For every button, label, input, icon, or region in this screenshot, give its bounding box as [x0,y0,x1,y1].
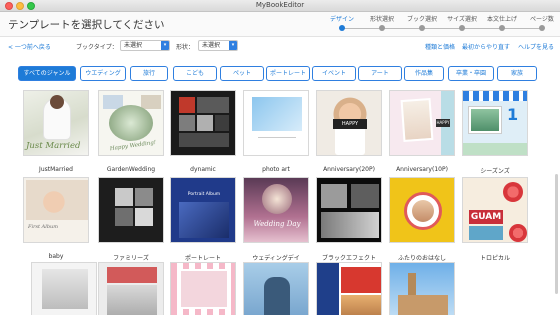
template-name: JustMarried [39,166,73,173]
template-thumbnail [31,262,97,315]
window-titlebar: MyBookEditor [0,0,560,12]
cover-text: GUAM [469,210,503,224]
template-name: Anniversary(20P) [323,166,375,173]
genre-filter-bar: すべてのジャンル ウエディング 旅行 こども ペット ポートレート イベント ア… [0,66,560,82]
step-dot [459,25,465,31]
template-name: シーズンズ [480,168,510,175]
template-name: baby [48,253,64,260]
page-header: テンプレートを選択してください デザイン 形状選択 ブック選択 サイズ選択 本文… [0,12,560,37]
step-dot [419,25,425,31]
template-thumbnail [98,262,164,315]
page-title: テンプレートを選択してください [8,19,165,31]
cover-text: Just Married [26,141,81,151]
genre-event[interactable]: イベント [312,66,356,81]
template-thumbnail [389,262,455,315]
step-dot [379,25,385,31]
genre-portrait[interactable]: ポートレート [266,66,310,81]
chevron-down-icon: ▾ [161,41,169,50]
step-pages[interactable]: ページ数 [518,15,560,31]
cover-text: Happy Wedding! [109,139,157,153]
genre-pet[interactable]: ペット [220,66,264,81]
template-name: ポートレート [184,255,221,262]
genre-works[interactable]: 作品集 [404,66,444,81]
template-grid: Just Married JustMarried Happy Wedding! … [0,84,560,315]
cover-text: Portrait Album [187,192,221,197]
template-thumbnail: GUAM [462,177,528,243]
shape-value: 未選択 [202,42,221,49]
genre-family[interactable]: 家族 [497,66,537,81]
template-thumbnail: 1 [462,90,528,156]
genre-all[interactable]: すべてのジャンル [18,66,76,81]
genre-art[interactable]: アート [358,66,402,81]
step-progress: デザイン 形状選択 ブック選択 サイズ選択 本文仕上げ ページ数 [326,15,554,35]
filter-toolbar: < 一つ前へ戻る ブックタイプ： 未選択 ▾ 形状： 未選択 ▾ 種類と価格 最… [0,38,560,56]
grid-scrollbar[interactable] [555,174,558,294]
template-thumbnail [170,90,236,156]
template-thumbnail [243,90,309,156]
template-thumbnail [389,177,455,243]
book-type-value: 未選択 [124,42,143,49]
template-thumbnail [243,262,309,315]
template-name: トロピカル [479,255,510,262]
genre-kids[interactable]: こども [173,66,217,81]
template-thumbnail [170,262,236,315]
template-thumbnail: Happy Wedding! [98,90,164,156]
template-thumbnail [316,262,382,315]
template-name: ウェディングデイ [252,255,300,262]
pricing-link[interactable]: 種類と価格 [425,42,455,51]
genre-wedding[interactable]: ウエディング [80,66,126,81]
template-name: Anniversary(10P) [396,166,448,173]
window-title: MyBookEditor [255,1,305,9]
back-link[interactable]: < 一つ前へ戻る [8,42,51,51]
template-thumbnail: Wedding Day [243,177,309,243]
template-thumbnail [316,177,382,243]
book-type-select[interactable]: 未選択 ▾ [120,40,170,51]
chevron-down-icon: ▾ [229,41,237,50]
template-thumbnail: HAPPY [389,90,455,156]
template-name: ファミリーズ [113,255,149,262]
template-name: dynamic [190,166,216,173]
step-dot [499,25,505,31]
step-label: ページ数 [530,16,554,23]
template-thumbnail: Just Married [23,90,89,156]
genre-graduation[interactable]: 卒業・卒園 [448,66,494,81]
step-dot [339,25,345,31]
shape-label: 形状： [176,44,195,51]
book-type-label: ブックタイプ： [76,44,118,51]
cover-text: Wedding Day [253,220,301,228]
template-name: photo art [262,166,290,173]
restart-link[interactable]: 最初からやり直す [462,42,510,51]
template-thumbnail: First Album [23,177,89,243]
cover-text: First Album [28,224,58,230]
template-thumbnail: HAPPY [316,90,382,156]
genre-travel[interactable]: 旅行 [130,66,168,81]
step-dot [539,25,545,31]
template-thumbnail: Portrait Album [170,177,236,243]
template-name: GardenWedding [106,166,156,173]
template-thumbnail [98,177,164,243]
help-link[interactable]: ヘルプを見る [518,42,554,51]
template-name: ふたりのおはなし [397,255,446,262]
template-name: ブラックエフェクト [321,255,376,262]
shape-select[interactable]: 未選択 ▾ [198,40,238,51]
cover-text: HAPPY [436,119,450,127]
cover-text: 1 [507,105,519,124]
cover-text: HAPPY [333,119,367,129]
